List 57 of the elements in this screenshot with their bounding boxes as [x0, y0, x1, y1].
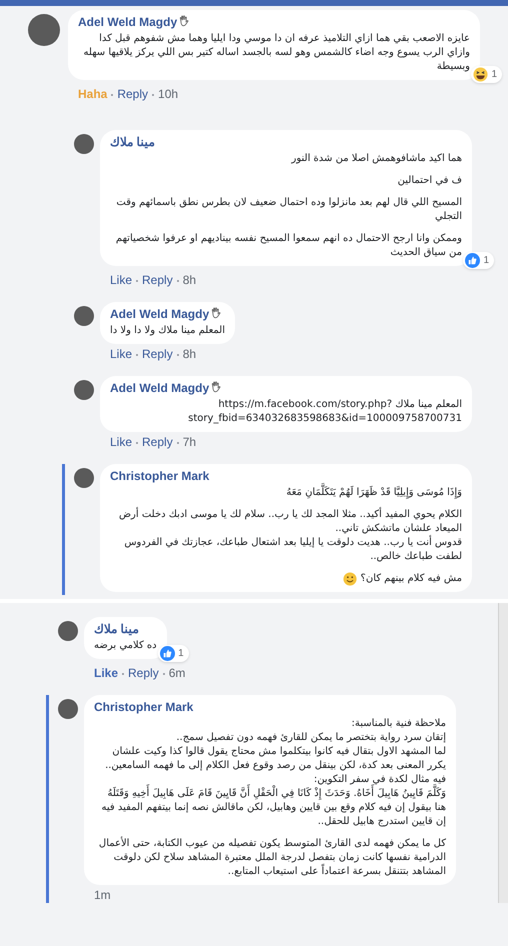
- comment-text: ملاحظة فنية بالمناسبة:: [352, 717, 446, 731]
- comment-text: كل ما يمكن فهمه لدى القارئ المتوسط يكون تفصيله من عيوب الكتابة، حتى الأعمال الدرامية نفسها كانت زمان بتفصل لدرجة الملل معتبرة المشاهد سلاح لكن دلوقت المشاهد بتتنقل بسرعة اعتماداً على استيعاب المتابع..: [98, 837, 446, 879]
- author-name[interactable]: Adel Weld Magdy: [78, 15, 190, 30]
- timestamp[interactable]: 1m: [94, 888, 111, 903]
- comment-text: هنا بيقول إن فيه كلام وقع بين قايين وهابيل، لكن ماقالش نصه إنما بيتفهم المفيد فيه إن قايين استدرج هابيل للحقل..: [100, 801, 446, 829]
- reaction-badge[interactable]: 1: [463, 252, 494, 269]
- avatar-photo: [74, 306, 94, 326]
- comment-text: وممكن وانا ارجح الاحتمال ده انهم سمعوا المسيح نفسه بيناديهم او عرفوا شخصياتهم من سياق الحديث: [114, 232, 462, 260]
- reaction-link[interactable]: Like: [94, 666, 118, 681]
- avatar-photo: [74, 468, 94, 488]
- reaction-count: 1: [483, 254, 489, 268]
- comment-text: المعلم مينا ملاك ولا دا ولا دا: [110, 324, 225, 338]
- comment-text: الكلام يحوي المفيد أكيد.. مثلا المجد لك يا رب.. سلام لك يا موسى ادبك دخلت أرض الميعاد علشان ماتشكش تاني..: [118, 508, 462, 535]
- avatar-photo: [58, 621, 78, 641]
- author-name[interactable]: مينا ملاك: [110, 135, 154, 150]
- avatar-photo: [28, 14, 60, 46]
- waving-hand-icon: [210, 307, 222, 319]
- reaction-count: 1: [491, 68, 497, 82]
- comment-text: هما اكيد ماشافوهمش اصلا من شدة النور: [292, 152, 462, 166]
- reaction-count: 1: [178, 647, 184, 661]
- comment-text: فيه مثال لكدة في سفر التكوين:: [314, 773, 446, 785]
- comment-text: المسيح اللي قال لهم بعد مانزلوا وده احتمال ضعيف لان بطرس نطق باسمائهم وقت التجلي: [115, 196, 462, 224]
- avatar-photo: [58, 699, 78, 719]
- reaction-link[interactable]: Like: [110, 435, 132, 450]
- comment-text: لما المشهد الاول بتقال فيه كانوا بيتكلموا مش محتاج يقول قالوا كذا وكيت علشان يكرر المعنى بعد كدة، لكن بينقل من رصد وقوع فعل الكلام إلى ما فهمه السامعين..: [104, 745, 446, 773]
- reply-link[interactable]: Reply: [142, 347, 173, 362]
- comment-text: قدوس أنت يا رب.. هديت دلوقت يا إيليا بعد اشتعال طباعك، عجازتك في الفردوس لطفت طباعك خالص..: [123, 536, 462, 564]
- comment-text: إتقان سرد رواية بتختصر ما يمكن للقارئ فهمه دون تفصيل سمج..: [176, 731, 446, 745]
- laughing-face-icon: [473, 67, 488, 82]
- author-name[interactable]: Adel Weld Magdy: [110, 307, 222, 322]
- author-name[interactable]: Adel Weld Magdy: [110, 381, 222, 396]
- timestamp[interactable]: 10h: [158, 87, 178, 102]
- waving-hand-icon: [210, 381, 222, 393]
- author-name[interactable]: Christopher Mark: [110, 469, 210, 484]
- comment-text: مش فيه كلام بينهم كان؟: [360, 572, 462, 586]
- timestamp[interactable]: 7h: [182, 435, 196, 450]
- reaction-badge[interactable]: 1: [158, 645, 189, 662]
- reaction-link[interactable]: Like: [110, 273, 132, 288]
- author-name[interactable]: مينا ملاك: [94, 622, 138, 637]
- reply-link[interactable]: Reply: [142, 435, 173, 450]
- author-name[interactable]: Christopher Mark: [94, 700, 194, 715]
- avatar-photo: [74, 380, 94, 400]
- reply-link[interactable]: Reply: [142, 273, 173, 288]
- avatar-photo: [74, 134, 94, 154]
- comment-text: ف في احتمالين: [398, 174, 462, 188]
- comment-text: عايزه الاصعب بقي هما ازاي التلاميذ عرفه ان دا موسي ودا ايليا وهما مش شفوهم قبل كدا وازاي الرب يسوع وجه اضاء كالشمس وهو لسه بالجسد اساله كتير بس اللي يركز يلاقيها سهله وبسيطة: [82, 32, 470, 74]
- timestamp[interactable]: 8h: [182, 347, 196, 362]
- timestamp[interactable]: 8h: [182, 273, 196, 288]
- comment-text: ده كلامي برضه: [94, 639, 157, 653]
- timestamp[interactable]: 6m: [168, 666, 186, 681]
- scrollbar[interactable]: [498, 603, 508, 903]
- reaction-link[interactable]: Like: [110, 347, 132, 362]
- waving-hand-icon: [178, 15, 190, 27]
- reply-link[interactable]: Reply: [117, 87, 148, 102]
- reply-link[interactable]: Reply: [128, 666, 159, 681]
- comment-text: المعلم مينا ملاك https://m.facebook.com/story.php?story_fbid=634032683598683&id=100009758700731: [187, 398, 462, 426]
- reaction-badge[interactable]: 1: [471, 66, 502, 83]
